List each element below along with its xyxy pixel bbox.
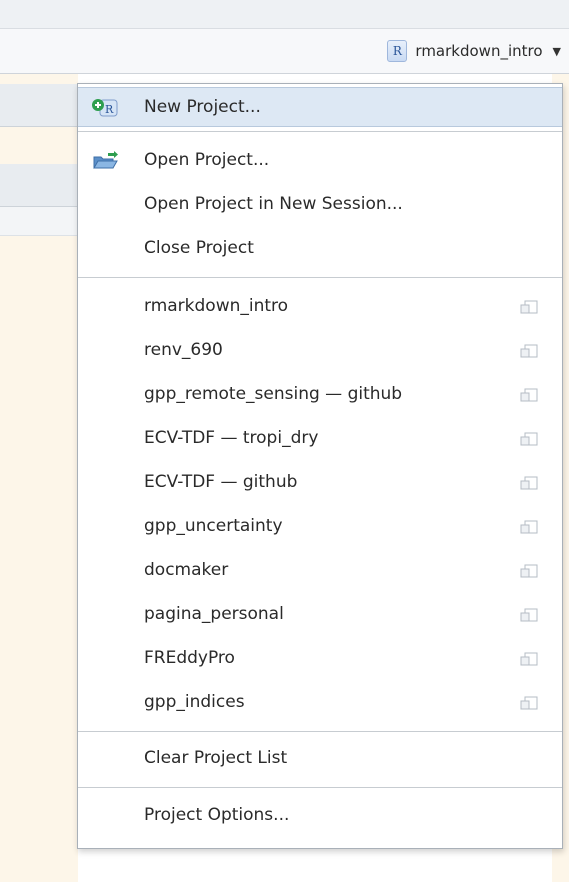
close-project-item[interactable]: Close Project xyxy=(78,229,562,269)
recent-project-item[interactable]: gpp_uncertainty xyxy=(78,507,562,547)
new-project-icon: R xyxy=(92,99,118,117)
close-project-label: Close Project xyxy=(144,238,254,258)
window-top-strip xyxy=(0,0,569,29)
open-in-new-session-icon[interactable] xyxy=(520,299,538,315)
current-project-name: rmarkdown_intro xyxy=(415,42,543,60)
menu-divider xyxy=(78,277,562,278)
recent-project-label: rmarkdown_intro xyxy=(144,296,289,316)
editor-toolbar xyxy=(0,164,78,207)
recent-project-label: gpp_remote_sensing — github xyxy=(144,384,403,404)
r-project-icon: R xyxy=(387,40,408,62)
recent-project-item[interactable]: gpp_indices xyxy=(78,683,562,723)
open-in-new-session-icon[interactable] xyxy=(520,343,538,359)
svg-text:R: R xyxy=(105,103,114,116)
recent-project-label: renv_690 xyxy=(144,340,223,360)
recent-project-item[interactable]: rmarkdown_intro xyxy=(78,287,562,327)
project-switcher-button[interactable]: R rmarkdown_intro ▼ xyxy=(387,37,561,65)
new-project-label: New Project... xyxy=(144,97,261,117)
editor-pane xyxy=(0,74,78,882)
menu-divider xyxy=(78,731,562,732)
recent-project-label: pagina_personal xyxy=(144,604,284,624)
recent-project-item[interactable]: renv_690 xyxy=(78,331,562,371)
editor-tabbar xyxy=(0,84,78,127)
open-in-new-session-icon[interactable] xyxy=(520,387,538,403)
recent-project-item[interactable]: docmaker xyxy=(78,551,562,591)
open-in-new-session-icon[interactable] xyxy=(520,563,538,579)
open-folder-icon xyxy=(93,151,118,169)
open-in-new-session-icon[interactable] xyxy=(520,651,538,667)
recent-project-item[interactable]: pagina_personal xyxy=(78,595,562,635)
clear-project-list-item[interactable]: Clear Project List xyxy=(78,739,562,779)
recent-project-item[interactable]: ECV-TDF — github xyxy=(78,463,562,503)
project-menu: R New Project... Open Project... Open Pr… xyxy=(77,83,563,849)
open-project-label: Open Project... xyxy=(144,150,270,170)
ide-window: R rmarkdown_intro ▼ R New Project... Ope… xyxy=(0,0,569,882)
open-project-item[interactable]: Open Project... xyxy=(78,141,562,181)
chevron-down-icon: ▼ xyxy=(552,44,561,58)
recent-project-label: gpp_indices xyxy=(144,692,245,712)
menu-divider xyxy=(78,131,562,132)
open-project-new-session-label: Open Project in New Session... xyxy=(144,194,403,214)
new-project-item[interactable]: R New Project... xyxy=(78,87,562,127)
main-toolbar: R rmarkdown_intro ▼ xyxy=(0,29,569,74)
recent-project-item[interactable]: FREddyPro xyxy=(78,639,562,679)
recent-project-label: gpp_uncertainty xyxy=(144,516,283,536)
recent-project-label: ECV-TDF — tropi_dry xyxy=(144,428,319,448)
menu-divider xyxy=(78,787,562,788)
recent-project-item[interactable]: gpp_remote_sensing — github xyxy=(78,375,562,415)
clear-project-list-label: Clear Project List xyxy=(144,748,288,768)
open-in-new-session-icon[interactable] xyxy=(520,475,538,491)
open-in-new-session-icon[interactable] xyxy=(520,519,538,535)
open-in-new-session-icon[interactable] xyxy=(520,607,538,623)
project-options-item[interactable]: Project Options... xyxy=(78,796,562,836)
recent-project-label: FREddyPro xyxy=(144,648,235,668)
recent-project-label: ECV-TDF — github xyxy=(144,472,298,492)
recent-project-label: docmaker xyxy=(144,560,229,580)
open-in-new-session-icon[interactable] xyxy=(520,431,538,447)
project-options-label: Project Options... xyxy=(144,805,290,825)
open-project-new-session-item[interactable]: Open Project in New Session... xyxy=(78,185,562,225)
open-in-new-session-icon[interactable] xyxy=(520,695,538,711)
editor-subtoolbar xyxy=(0,207,78,236)
recent-project-item[interactable]: ECV-TDF — tropi_dry xyxy=(78,419,562,459)
